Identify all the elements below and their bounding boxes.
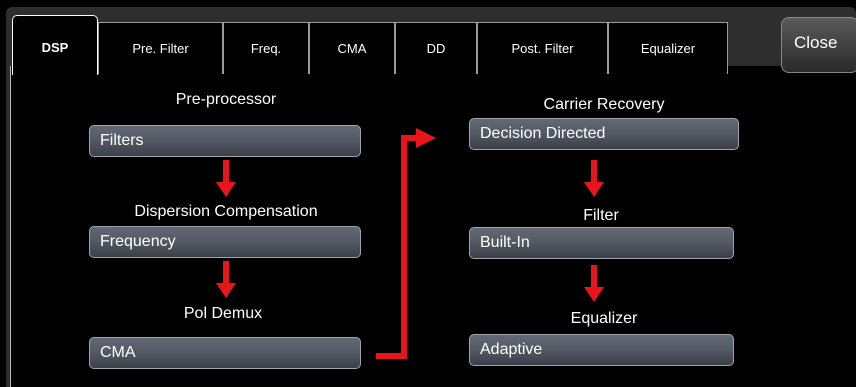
tab-dd[interactable]: DD <box>395 22 477 74</box>
tab-cma[interactable]: CMA <box>309 22 395 74</box>
preprocessor-select[interactable]: Filters <box>89 125 361 157</box>
pol-demux-select[interactable]: CMA <box>89 337 361 369</box>
down-arrow-icon <box>584 265 604 302</box>
down-arrow-icon <box>584 160 604 197</box>
equalizer-heading: Equalizer <box>570 310 638 327</box>
dispersion-select[interactable]: Frequency <box>89 226 361 258</box>
tab-freq[interactable]: Freq. <box>223 22 309 74</box>
equalizer-select[interactable]: Adaptive <box>469 334 734 366</box>
tab-equalizer[interactable]: Equalizer <box>608 22 728 74</box>
filter-select[interactable]: Built-In <box>469 227 734 259</box>
down-arrow-icon <box>216 160 236 197</box>
tab-dsp[interactable]: DSP <box>12 15 98 75</box>
tab-pre-filter[interactable]: Pre. Filter <box>98 22 223 74</box>
close-button[interactable]: Close <box>781 17 856 73</box>
tab-post-filter[interactable]: Post. Filter <box>477 22 608 74</box>
connector-arrow-icon <box>376 128 436 359</box>
down-arrow-icon <box>216 261 236 298</box>
preprocessor-heading: Pre-processor <box>175 91 277 108</box>
pol-demux-heading: Pol Demux <box>183 305 263 322</box>
filter-heading: Filter <box>583 207 619 224</box>
carrier-recovery-select[interactable]: Decision Directed <box>469 118 739 150</box>
carrier-recovery-heading: Carrier Recovery <box>543 96 665 113</box>
dispersion-heading: Dispersion Compensation <box>134 203 318 220</box>
